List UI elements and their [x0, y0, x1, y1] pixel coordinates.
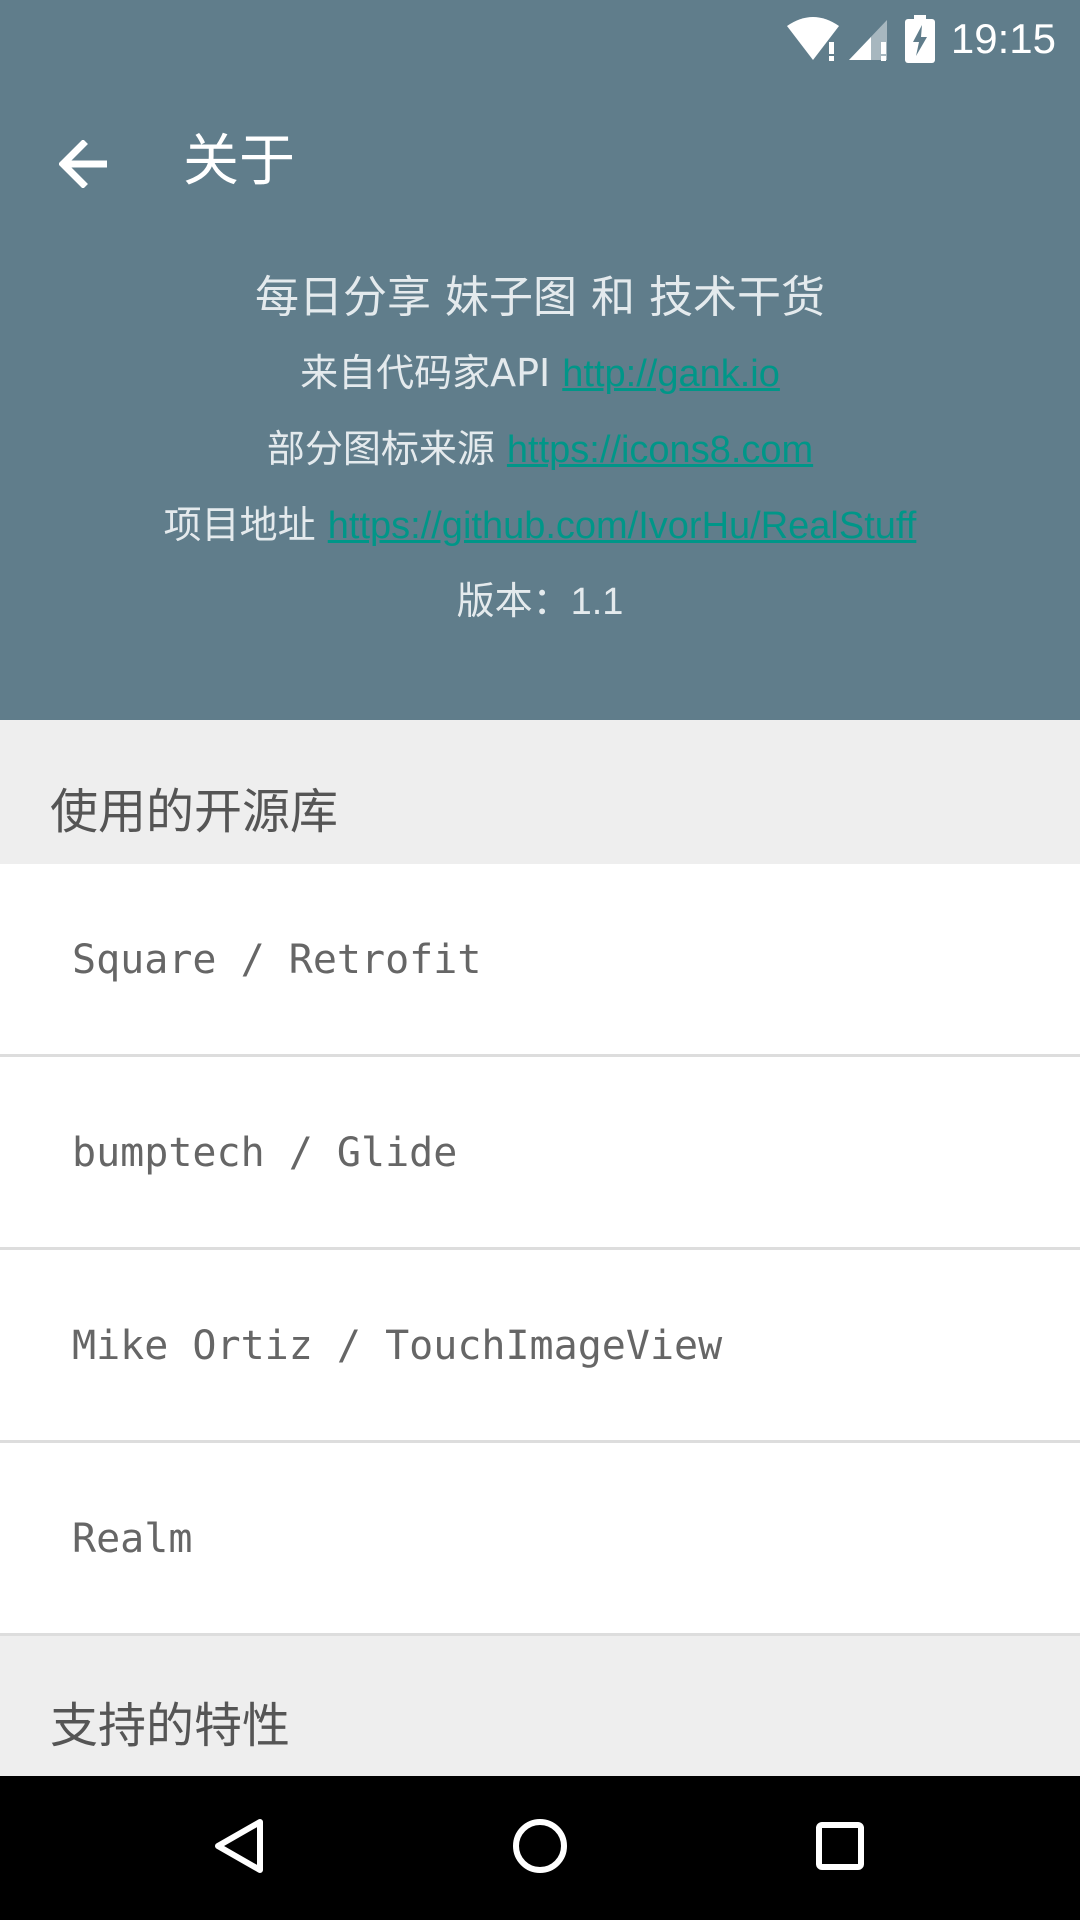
back-button[interactable] — [40, 122, 128, 210]
api-link[interactable]: http://gank.io — [562, 353, 780, 395]
back-triangle-icon — [210, 1816, 270, 1880]
library-name: Realm — [72, 1516, 193, 1562]
wifi-icon — [785, 16, 841, 62]
version-value: 1.1 — [570, 581, 624, 623]
library-name: Mike Ortiz / TouchImageView — [72, 1323, 723, 1369]
about-info: 每日分享 妹子图 和 技术干货 来自代码家API http://gank.io … — [0, 260, 1080, 640]
navigation-bar — [0, 1776, 1080, 1920]
nav-recents-button[interactable] — [790, 1798, 890, 1898]
page-title: 关于 — [183, 129, 295, 194]
home-circle-icon — [510, 1816, 570, 1880]
project-address-line: 项目地址 https://github.com/IvorHu/RealStuff — [0, 488, 1080, 564]
status-bar: 19:15 — [0, 0, 1080, 78]
toolbar: 关于 — [0, 96, 1080, 228]
list-item-library[interactable]: bumptech / Glide — [0, 1057, 1080, 1250]
version-label: 版本： — [456, 579, 571, 623]
icons-source-label: 部分图标来源 — [266, 427, 507, 471]
features-section-title: 支持的特性 — [50, 1698, 291, 1754]
features-section-header: 支持的特性 — [0, 1636, 1080, 1776]
list-item-library[interactable]: Realm — [0, 1443, 1080, 1636]
list-item-library[interactable]: Square / Retrofit — [0, 864, 1080, 1057]
arrow-left-icon — [58, 139, 109, 192]
list-item-library[interactable]: Mike Ortiz / TouchImageView — [0, 1250, 1080, 1443]
library-list: Square / Retrofit bumptech / Glide Mike … — [0, 864, 1080, 1636]
project-address-label: 项目地址 — [163, 503, 328, 547]
library-name: bumptech / Glide — [72, 1130, 458, 1176]
status-time: 19:15 — [950, 15, 1056, 62]
api-source-label: 来自代码家API — [300, 351, 563, 395]
signal-icon — [847, 16, 891, 62]
library-name: Square / Retrofit — [72, 937, 482, 983]
project-link[interactable]: https://github.com/IvorHu/RealStuff — [328, 505, 917, 547]
recents-square-icon — [810, 1816, 870, 1880]
version-line: 版本：1.1 — [0, 564, 1080, 640]
battery-charging-icon — [904, 15, 935, 63]
nav-back-button[interactable] — [190, 1798, 290, 1898]
icons-link[interactable]: https://icons8.com — [507, 429, 813, 471]
libraries-section-header: 使用的开源库 — [0, 720, 1080, 864]
about-screen: 19:15 关于 每日分享 妹子图 和 技术干货 来自代码家API http:/… — [0, 0, 1080, 1920]
libraries-section-title: 使用的开源库 — [50, 784, 339, 840]
api-source-line: 来自代码家API http://gank.io — [0, 336, 1080, 412]
icons-source-line: 部分图标来源 https://icons8.com — [0, 412, 1080, 488]
nav-home-button[interactable] — [490, 1798, 590, 1898]
about-header: 19:15 关于 每日分享 妹子图 和 技术干货 来自代码家API http:/… — [0, 0, 1080, 720]
status-icons: 19:15 — [785, 12, 1056, 66]
app-slogan: 每日分享 妹子图 和 技术干货 — [255, 272, 825, 323]
